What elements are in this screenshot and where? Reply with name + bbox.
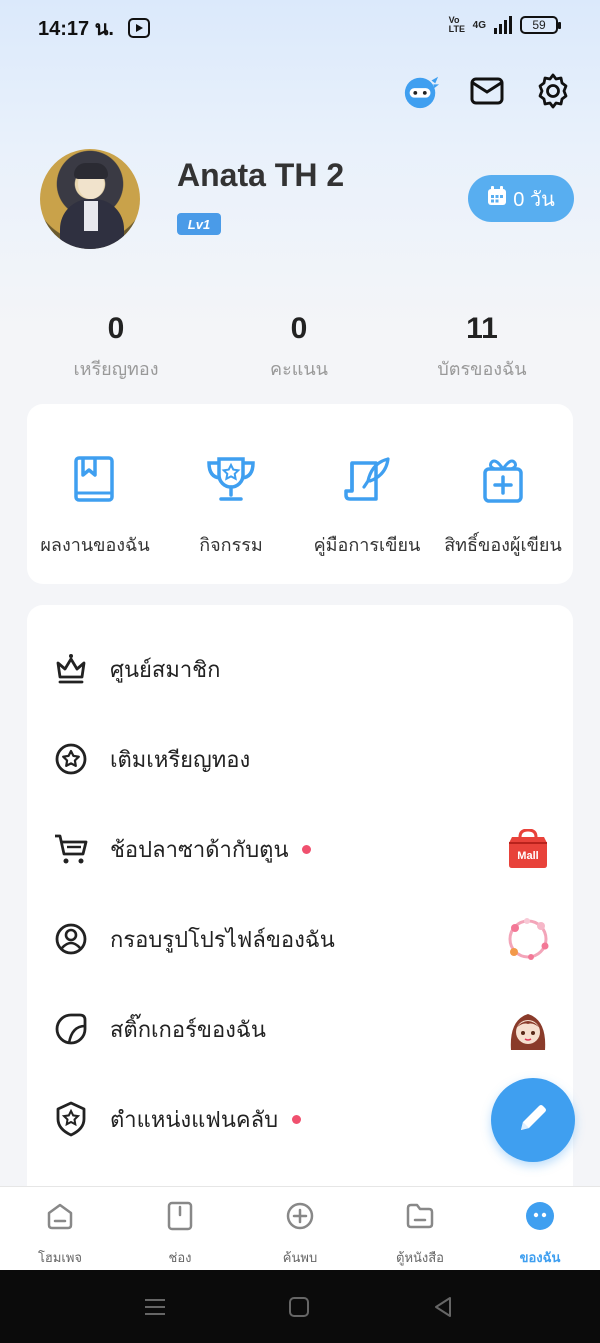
- menu-item-my-stickers[interactable]: สติ๊กเกอร์ของฉัน: [27, 984, 573, 1074]
- nav-my-profile[interactable]: ของฉัน: [480, 1199, 600, 1268]
- book-icon: [27, 450, 163, 510]
- nav-discover[interactable]: ค้นพบ: [240, 1199, 360, 1268]
- back-icon[interactable]: [430, 1294, 456, 1320]
- cart-icon: [53, 831, 89, 867]
- write-fab-button[interactable]: [491, 1078, 575, 1162]
- menu-item-label: ช้อปลาซาด้ากับตูน: [110, 836, 289, 862]
- gift-icon: [435, 450, 571, 510]
- stat-label: เหรียญทอง: [73, 359, 159, 379]
- stat-label: คะแนน: [270, 359, 328, 379]
- menu-list: ศูนย์สมาชิก เติมเหรียญทอง ช้อปลาซาด้ากับ…: [27, 605, 573, 1225]
- nav-channel[interactable]: ช่อง: [120, 1199, 240, 1268]
- quick-action-label: คู่มือการเขียน: [313, 535, 421, 555]
- menu-item-membership[interactable]: ศูนย์สมาชิก: [27, 624, 573, 714]
- notification-app-icon: [127, 18, 150, 38]
- discover-plus-icon: [240, 1199, 360, 1233]
- profile-frame-icon: [53, 921, 89, 957]
- menu-item-label: เติมเหรียญทอง: [110, 746, 251, 772]
- battery-icon: 59: [520, 16, 561, 34]
- lazmall-thumbnail: Mall: [505, 826, 551, 872]
- nav-label: ค้นพบ: [282, 1250, 318, 1265]
- username: Anata TH 2: [177, 157, 345, 193]
- nav-label: ของฉัน: [519, 1250, 561, 1265]
- nav-home[interactable]: โฮมเพจ: [0, 1199, 120, 1268]
- header-actions: [402, 70, 572, 112]
- stat-value: 11: [466, 312, 498, 345]
- days-label: 0 วัน: [513, 188, 555, 211]
- bottom-navigation: โฮมเพจ ช่อง ค้นพบ ตู้หนังสือ ของฉัน: [0, 1186, 600, 1270]
- status-indicators: Vo LTE 4G 59: [448, 15, 561, 34]
- quick-action-my-works[interactable]: ผลงานของฉัน: [27, 450, 163, 559]
- sticker-girl-thumbnail: [505, 1006, 551, 1052]
- pencil-icon: [515, 1100, 551, 1141]
- stat-my-cards[interactable]: 11 บัตรของฉัน: [392, 312, 572, 383]
- quick-action-label: ผลงานของฉัน: [40, 535, 150, 555]
- menu-item-top-up-coins[interactable]: เติมเหรียญทอง: [27, 714, 573, 804]
- notification-dot: [302, 844, 312, 854]
- crown-icon: [53, 651, 89, 687]
- ninja-mascot-icon[interactable]: [402, 70, 440, 112]
- volte-indicator: Vo LTE: [448, 15, 465, 34]
- stat-points[interactable]: 0 คะแนน: [209, 312, 389, 383]
- feather-scroll-icon: [299, 450, 435, 510]
- fan-badge-icon: [53, 1101, 89, 1137]
- level-badge: Lv1: [177, 213, 221, 235]
- quick-action-writing-guide[interactable]: คู่มือการเขียน: [299, 450, 435, 559]
- recent-apps-icon[interactable]: [142, 1294, 168, 1320]
- quick-action-label: สิทธิ์ของผู้เขียน: [444, 535, 562, 555]
- quick-action-activities[interactable]: กิจกรรม: [163, 450, 299, 559]
- network-type: 4G: [472, 19, 486, 31]
- menu-item-profile-frames[interactable]: กรอบรูปโปรไฟล์ของฉัน: [27, 894, 573, 984]
- signal-icon: [494, 16, 512, 34]
- quick-actions-card: ผลงานของฉัน กิจกรรม คู่มือการเขียน สิทธิ…: [27, 404, 573, 584]
- mail-icon[interactable]: [468, 70, 506, 112]
- calendar-icon: [487, 185, 507, 212]
- stat-gold-coins[interactable]: 0 เหรียญทอง: [26, 312, 206, 383]
- bookshelf-folder-icon: [360, 1199, 480, 1233]
- nav-label: โฮมเพจ: [37, 1250, 83, 1265]
- nav-label: ช่อง: [168, 1250, 192, 1265]
- nav-label: ตู้หนังสือ: [396, 1250, 444, 1265]
- avatar[interactable]: [40, 149, 140, 249]
- quick-action-author-rights[interactable]: สิทธิ์ของผู้เขียน: [435, 450, 571, 559]
- settings-gear-icon[interactable]: [534, 70, 572, 112]
- menu-item-label: ศูนย์สมาชิก: [110, 656, 221, 682]
- channel-icon: [120, 1199, 240, 1233]
- thumb-text: Mall: [517, 850, 538, 862]
- menu-item-label: สติ๊กเกอร์ของฉัน: [110, 1016, 266, 1042]
- quick-action-label: กิจกรรม: [199, 535, 263, 555]
- status-time: 14:17 น.: [38, 18, 114, 40]
- nav-bookshelf[interactable]: ตู้หนังสือ: [360, 1199, 480, 1268]
- menu-item-label: กรอบรูปโปรไฟล์ของฉัน: [110, 926, 335, 952]
- home-button-icon[interactable]: [286, 1294, 312, 1320]
- menu-item-label: ตำแหน่งแฟนคลับ: [110, 1106, 279, 1132]
- coin-star-icon: [53, 741, 89, 777]
- checkin-days-button[interactable]: 0 วัน: [468, 175, 574, 222]
- my-profile-icon: [480, 1199, 600, 1233]
- menu-item-lazada-shop[interactable]: ช้อปลาซาด้ากับตูน Mall: [27, 804, 573, 894]
- notification-dot: [292, 1114, 302, 1124]
- stat-label: บัตรของฉัน: [437, 359, 527, 379]
- flower-frame-thumbnail: [505, 916, 551, 962]
- sticker-icon: [53, 1011, 89, 1047]
- home-icon: [0, 1199, 120, 1233]
- stat-value: 0: [290, 312, 308, 345]
- system-navigation-bar: [0, 1270, 600, 1343]
- trophy-icon: [163, 450, 299, 510]
- stat-value: 0: [107, 312, 125, 345]
